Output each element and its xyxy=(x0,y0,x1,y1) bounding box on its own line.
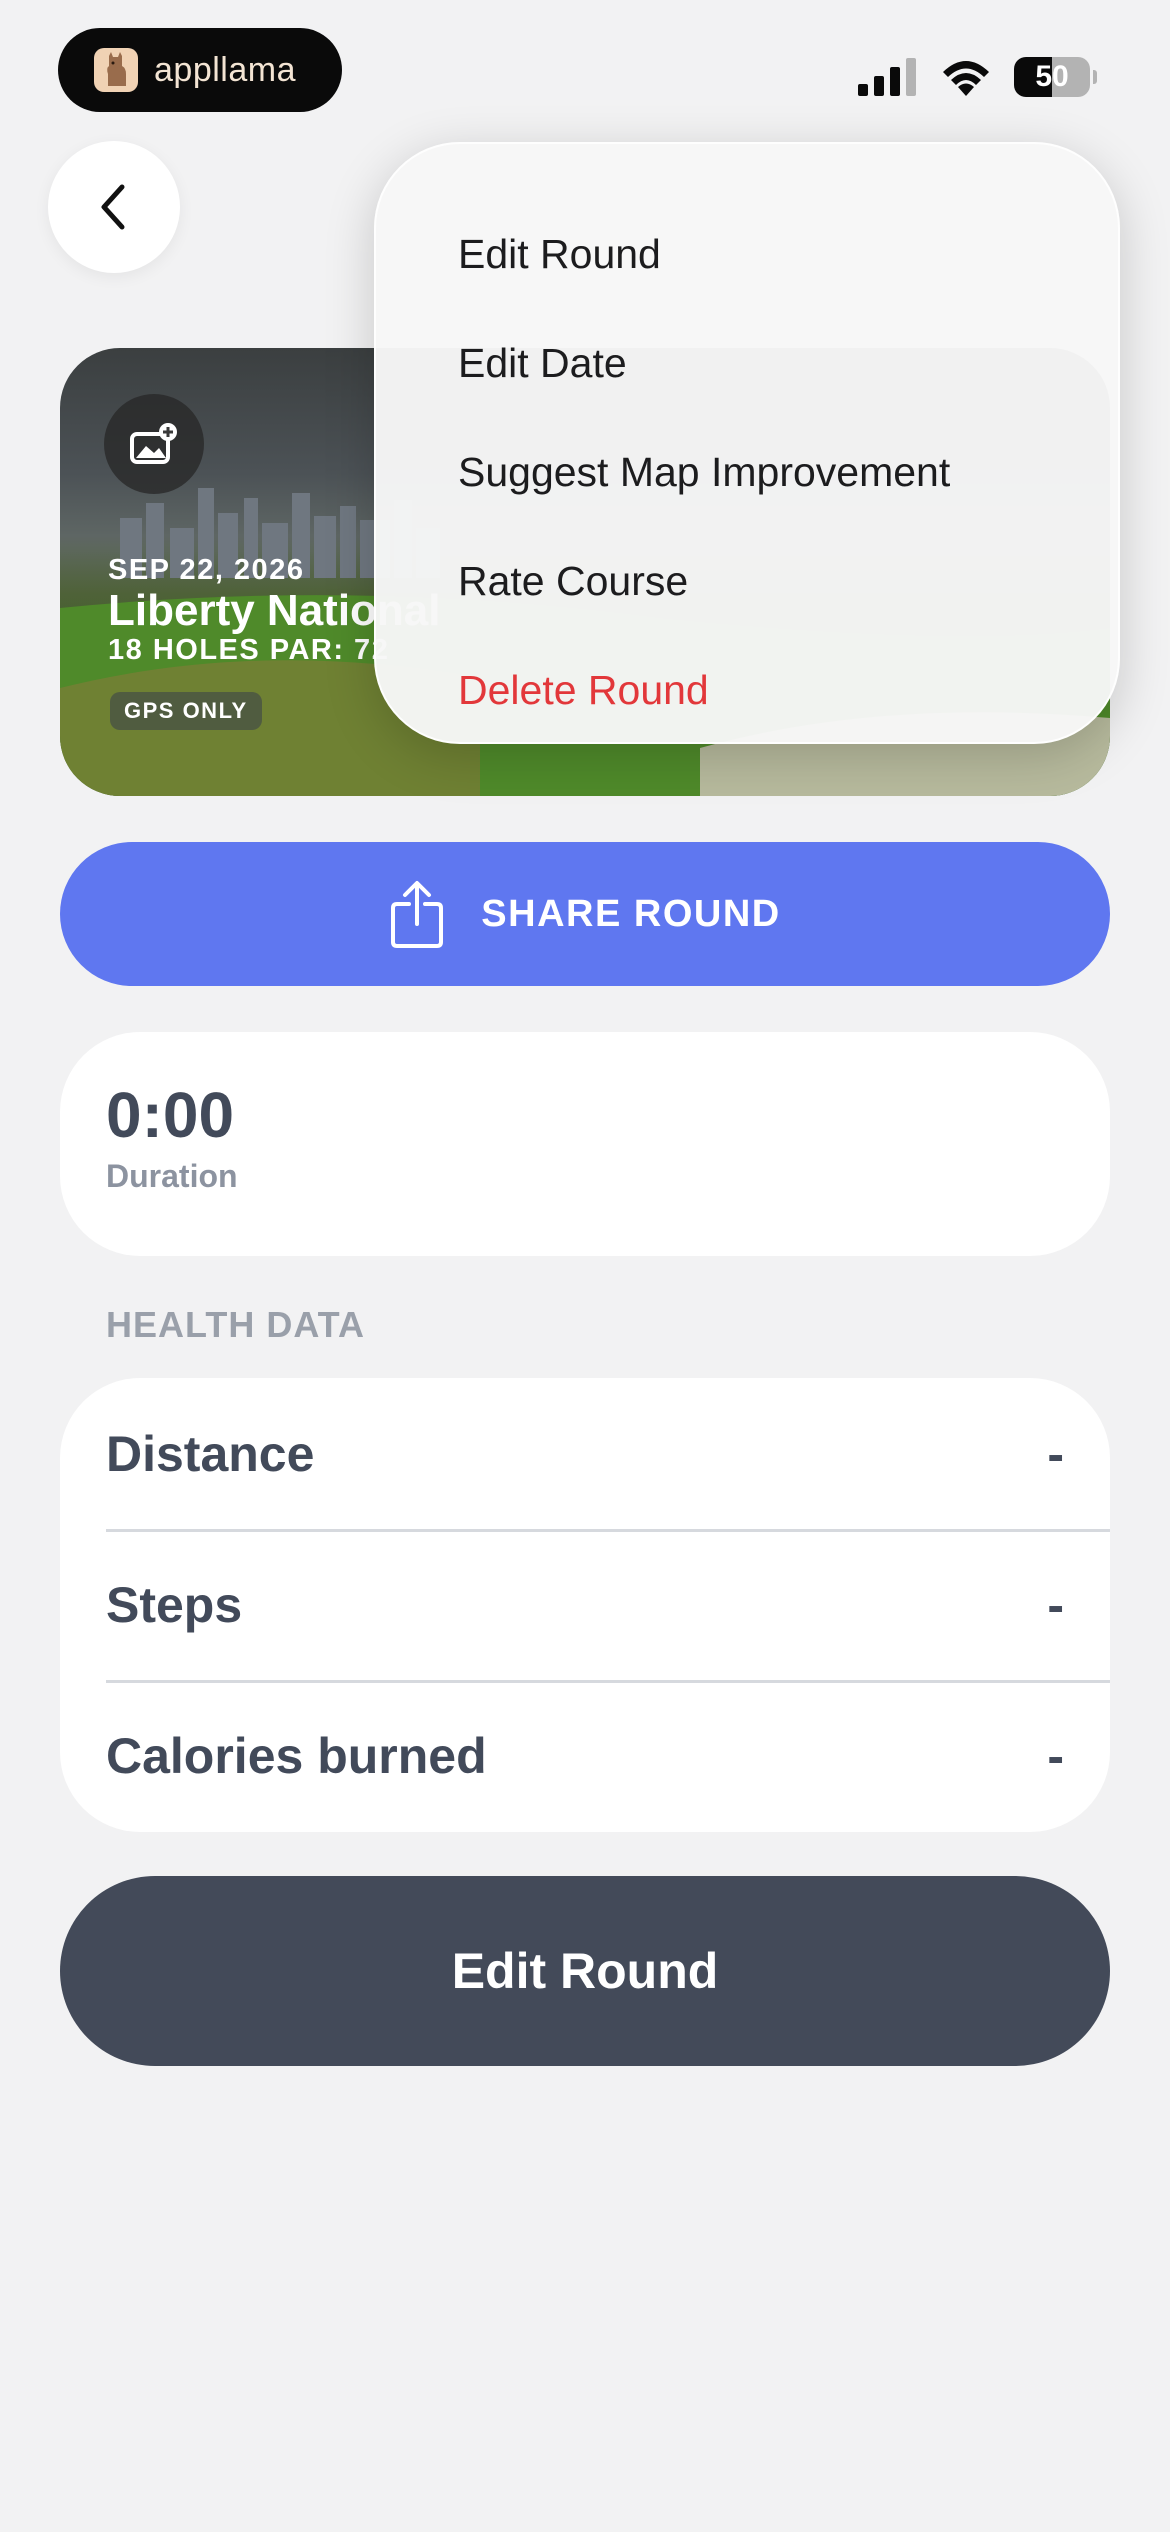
menu-item-delete-round[interactable]: Delete Round xyxy=(376,636,1118,745)
duration-card: 0:00 Duration xyxy=(60,1032,1110,1256)
menu-item-suggest-map-improvement[interactable]: Suggest Map Improvement xyxy=(376,418,1118,527)
share-round-button[interactable]: SHARE ROUND xyxy=(60,842,1110,986)
battery-icon: 50 xyxy=(1014,57,1097,97)
battery-level: 50 xyxy=(1035,60,1069,93)
health-row-distance: Distance - xyxy=(60,1378,1110,1529)
signal-icon xyxy=(858,58,916,96)
back-button[interactable] xyxy=(48,141,180,273)
duration-value: 0:00 xyxy=(106,1079,235,1151)
round-options-menu: Edit Round Edit Date Suggest Map Improve… xyxy=(374,142,1120,744)
chevron-left-icon xyxy=(101,184,125,230)
share-round-label: SHARE ROUND xyxy=(481,892,781,935)
health-value: - xyxy=(1047,1425,1064,1482)
health-label: Calories burned xyxy=(106,1727,487,1784)
health-row-calories: Calories burned - xyxy=(60,1680,1110,1831)
app-badge[interactable]: appllama xyxy=(58,28,342,112)
duration-label: Duration xyxy=(106,1158,238,1194)
round-date: SEP 22, 2026 xyxy=(108,554,305,586)
status-icons: 50 xyxy=(858,56,1097,98)
health-value: - xyxy=(1047,1576,1064,1633)
course-details: 18 HOLES PAR: 72 xyxy=(108,634,390,666)
health-label: Distance xyxy=(106,1425,315,1482)
gps-only-badge: GPS ONLY xyxy=(110,692,262,730)
wifi-icon xyxy=(943,61,989,96)
health-value: - xyxy=(1047,1727,1064,1784)
menu-item-rate-course[interactable]: Rate Course xyxy=(376,527,1118,636)
health-data-header: HEALTH DATA xyxy=(106,1304,365,1345)
menu-item-edit-date[interactable]: Edit Date xyxy=(376,309,1118,418)
health-data-card: Distance - Steps - Calories burned - xyxy=(60,1378,1110,1832)
edit-round-label: Edit Round xyxy=(451,1943,719,1999)
llama-logo-icon xyxy=(94,48,138,92)
add-photo-button[interactable] xyxy=(104,394,204,494)
health-row-steps: Steps - xyxy=(60,1529,1110,1680)
health-label: Steps xyxy=(106,1576,243,1633)
edit-round-button[interactable]: Edit Round xyxy=(60,1876,1110,2066)
app-badge-label: appllama xyxy=(154,50,296,89)
menu-item-edit-round[interactable]: Edit Round xyxy=(376,200,1118,309)
add-photo-icon xyxy=(130,423,177,464)
share-icon xyxy=(391,881,444,948)
